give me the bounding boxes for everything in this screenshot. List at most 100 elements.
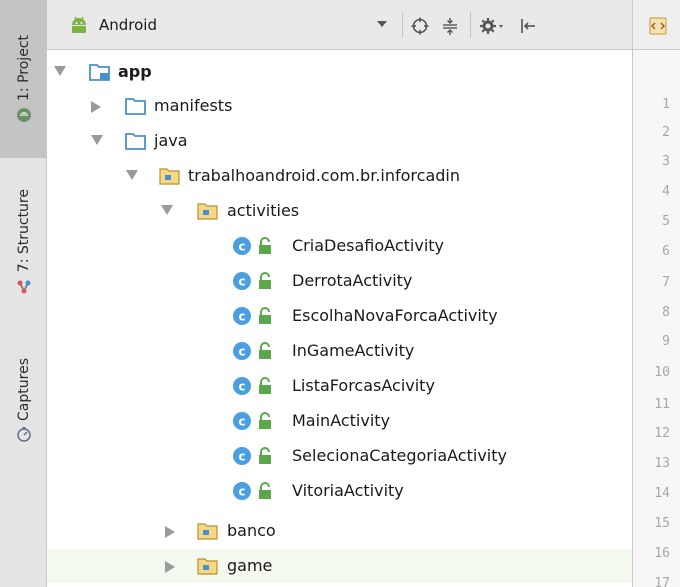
line-number: 5 [662,214,670,229]
lock-icon [259,342,271,359]
tree-label: InGameActivity [292,341,415,360]
line-number: 2 [662,125,670,140]
sync-target-icon[interactable] [410,16,430,36]
tree-node-class[interactable]: c EscolhaNovaForcaActivity [47,299,632,333]
collapse-all-icon[interactable] [440,16,460,36]
settings-gear-icon[interactable] [479,16,507,36]
package-icon [197,523,218,540]
line-number: 7 [662,275,670,290]
tree-label: VitoriaActivity [292,481,404,500]
tree-node-java[interactable]: java [47,124,632,158]
tab-structure-label: 7: Structure [15,189,32,273]
android-icon [72,16,86,33]
expand-arrow-icon[interactable] [91,135,103,145]
tab-captures[interactable]: Captures [0,330,47,470]
class-icon: c [233,412,251,430]
line-number: 11 [654,397,670,412]
tab-project[interactable]: 1: Project [0,0,47,158]
chevron-down-icon [377,21,387,27]
tab-captures-label: Captures [15,357,32,421]
lock-icon [259,272,271,289]
class-icon: c [233,272,251,290]
structure-icon [17,280,30,294]
android-icon [16,107,31,122]
editor-gutter: 1 2 3 4 5 6 7 8 9 10 11 12 13 14 15 16 1… [632,50,680,587]
line-number: 1 [662,97,670,112]
tree-label: MainActivity [292,411,391,430]
line-number: 10 [654,365,670,380]
expand-arrow-icon[interactable] [54,66,66,76]
lock-icon [259,482,271,499]
tree-node-class[interactable]: c MainActivity [47,404,632,438]
expand-arrow-icon[interactable] [165,561,175,573]
class-icon: c [233,237,251,255]
tree-node-class[interactable]: c SelecionaCategoriaActivity [47,439,632,473]
class-icon: c [233,447,251,465]
tree-node-app[interactable]: app [47,55,632,89]
tab-structure[interactable]: 7: Structure [0,172,47,312]
toolbar-divider [402,12,403,38]
tree-node-class[interactable]: c VitoriaActivity [47,474,632,508]
view-selector-label: Android [99,16,157,34]
project-toolbar: Android [47,0,632,50]
lock-icon [259,412,271,429]
tree-label: trabalhoandroid.com.br.inforcadin [188,166,460,185]
tree-label: SelecionaCategoriaActivity [292,446,507,465]
expand-arrow-icon[interactable] [165,526,175,538]
lock-icon [259,447,271,464]
svg-text:c: c [238,450,245,464]
line-number: 16 [654,546,670,561]
line-number: 14 [654,486,670,501]
project-tree: app manifests java trabalhoandroid.com.b… [47,50,632,587]
line-number: 12 [654,426,670,441]
tree-label: java [154,131,188,150]
tree-node-banco[interactable]: banco [47,514,632,548]
editor-tab-area [632,0,680,50]
lock-icon [259,377,271,394]
svg-text:c: c [238,415,245,429]
folder-icon [125,98,146,115]
tree-label: manifests [154,96,233,115]
package-icon [197,203,218,220]
line-number: 8 [662,305,670,320]
tree-node-class[interactable]: c CriaDesafioActivity [47,229,632,263]
expand-arrow-icon[interactable] [126,170,138,180]
line-number: 17 [654,576,670,587]
tool-window-strip: 1: Project 7: Structure Captures [0,0,47,587]
tab-project-label: 1: Project [15,35,32,101]
line-number: 13 [654,456,670,471]
expand-arrow-icon[interactable] [161,205,173,215]
tree-label: CriaDesafioActivity [292,236,445,255]
tree-node-class[interactable]: c ListaForcasAcivity [47,369,632,403]
tree-label: app [118,62,152,81]
line-number: 6 [662,244,670,259]
view-selector-dropdown[interactable]: Android [47,0,387,50]
lock-icon [259,237,271,254]
tree-node-game[interactable]: game [47,549,632,583]
tree-node-class[interactable]: c DerrotaActivity [47,264,632,298]
editor-tab-icon[interactable] [649,17,667,35]
class-icon: c [233,482,251,500]
tree-node-package[interactable]: trabalhoandroid.com.br.inforcadin [47,159,632,193]
svg-text:c: c [238,240,245,254]
svg-text:c: c [238,380,245,394]
class-icon: c [233,307,251,325]
captures-icon [16,427,31,443]
class-icon: c [233,342,251,360]
tree-node-manifests[interactable]: manifests [47,89,632,123]
line-number: 3 [662,154,670,169]
hide-panel-icon[interactable] [518,16,538,36]
tree-label: ListaForcasAcivity [292,376,435,395]
line-number: 9 [662,334,670,349]
line-number: 15 [654,516,670,531]
line-number: 4 [662,184,670,199]
module-folder-icon [89,64,110,81]
tree-label: banco [227,521,276,540]
svg-text:c: c [238,345,245,359]
tree-node-activities[interactable]: activities [47,194,632,228]
lock-icon [259,307,271,324]
svg-text:c: c [238,485,245,499]
tree-label: activities [227,201,300,220]
tree-node-class[interactable]: c InGameActivity [47,334,632,368]
expand-arrow-icon[interactable] [91,101,101,113]
